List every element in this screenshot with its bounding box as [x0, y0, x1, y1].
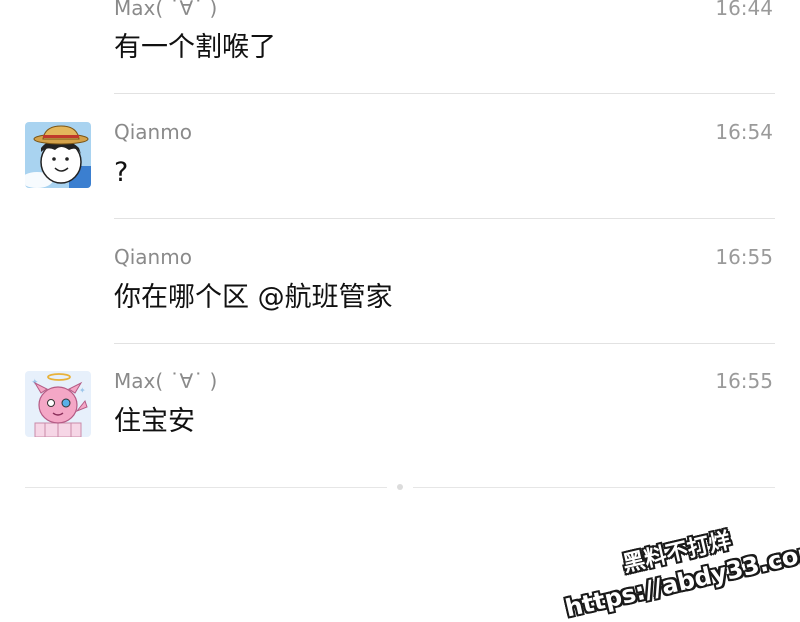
message-text: 你在哪个区 @航班管家 [114, 282, 393, 313]
divider [114, 218, 775, 219]
message-time: 16:55 [715, 245, 773, 269]
sender-name: Max( ˙∀˙ ) [114, 369, 218, 393]
message-item[interactable]: Qianmo 16:55 你在哪个区 @航班管家 [0, 220, 800, 344]
message-text: 住宝安 [114, 406, 195, 437]
watermark-title: 黑料不打烊 [620, 528, 734, 578]
sender-name: Max( ˙∀˙ ) [114, 0, 218, 20]
message-item[interactable]: ✦ ✦ Max( ˙∀˙ ) 16:55 住宝安 [0, 344, 800, 464]
svg-text:✦: ✦ [79, 386, 86, 395]
message-item[interactable]: Max( ˙∀˙ ) 16:44 有一个割喉了 [0, 0, 800, 96]
message-text: 有一个割喉了 [114, 32, 276, 63]
message-item[interactable]: Qianmo 16:54 ? [0, 96, 800, 220]
sender-name: Qianmo [114, 120, 192, 144]
watermark-url: https://abdy33.com [562, 536, 800, 622]
end-of-list-line [25, 487, 387, 488]
message-text: ? [114, 157, 129, 188]
chat-history-page: Max( ˙∀˙ ) 16:44 有一个割喉了 Qianmo 16:54 ? Q… [0, 0, 800, 622]
straw-hat-character-icon [25, 122, 91, 188]
divider [114, 93, 775, 94]
straw-hat-cartoon-avatar[interactable] [25, 122, 91, 188]
message-time: 16:55 [715, 369, 773, 393]
end-of-list-line [413, 487, 775, 488]
message-time: 16:54 [715, 120, 773, 144]
sender-name: Qianmo [114, 245, 192, 269]
watermark: 黑料不打烊 https://abdy33.com [548, 493, 800, 622]
message-time: 16:44 [715, 0, 773, 20]
pink-cartoon-avatar[interactable]: ✦ ✦ [25, 371, 91, 437]
end-of-list-dot [397, 484, 403, 490]
pink-character-icon: ✦ ✦ [25, 371, 91, 437]
